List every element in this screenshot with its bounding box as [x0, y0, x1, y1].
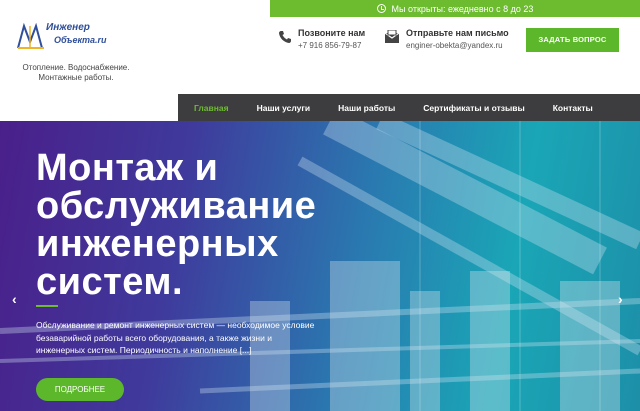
logo-tagline: Отопление. Водоснабжение. Монтажные рабо… [22, 63, 130, 82]
logo-name-line2: Объекта.ru [54, 35, 107, 45]
nav-item-home[interactable]: Главная [194, 103, 229, 113]
hero-title: Монтаж и обслуживание инженерных систем. [36, 147, 317, 303]
opening-hours-text: Мы открыты: ежедневно с 8 до 23 [391, 3, 534, 14]
logo-name-line1: Инженер [46, 22, 90, 33]
hero-description: Обслуживание и ремонт инженерных систем … [36, 320, 315, 355]
phone-label: Позвоните нам [298, 28, 366, 38]
phone-contact: Позвоните нам +7 916 856-79-87 [298, 28, 365, 50]
hero-divider [36, 305, 58, 307]
main-nav: Главная Наши услуги Наши работы Сертифик… [178, 94, 640, 121]
mail-label: Отправьте нам письмо [406, 28, 509, 38]
opening-hours-bar: Мы открыты: ежедневно с 8 до 23 [270, 0, 640, 17]
clock-icon [376, 4, 386, 13]
email-address[interactable]: enginer-obekta@yandex.ru [406, 41, 503, 50]
more-button[interactable]: ПОДРОБНЕЕ [36, 378, 124, 401]
nav-item-works[interactable]: Наши работы [338, 103, 395, 113]
mail-contact: Отправьте нам письмо enginer-obekta@yand… [406, 28, 509, 50]
hero-slider: Монтаж и обслуживание инженерных систем.… [0, 121, 640, 411]
ask-question-button[interactable]: ЗАДАТЬ ВОПРОС [526, 28, 619, 52]
chevron-left-icon[interactable]: ‹ [12, 291, 17, 307]
chevron-right-icon[interactable]: › [618, 291, 623, 307]
phone-icon [279, 31, 291, 43]
phone-number[interactable]: +7 916 856-79-87 [298, 41, 361, 50]
nav-item-certificates[interactable]: Сертификаты и отзывы [423, 103, 524, 113]
mail-icon [384, 30, 400, 43]
nav-item-contacts[interactable]: Контакты [553, 103, 593, 113]
nav-item-services[interactable]: Наши услуги [257, 103, 311, 113]
logo-mark-icon [17, 22, 44, 49]
site-logo[interactable]: Инженер Объекта.ru Отопление. Водоснабже… [16, 22, 146, 92]
